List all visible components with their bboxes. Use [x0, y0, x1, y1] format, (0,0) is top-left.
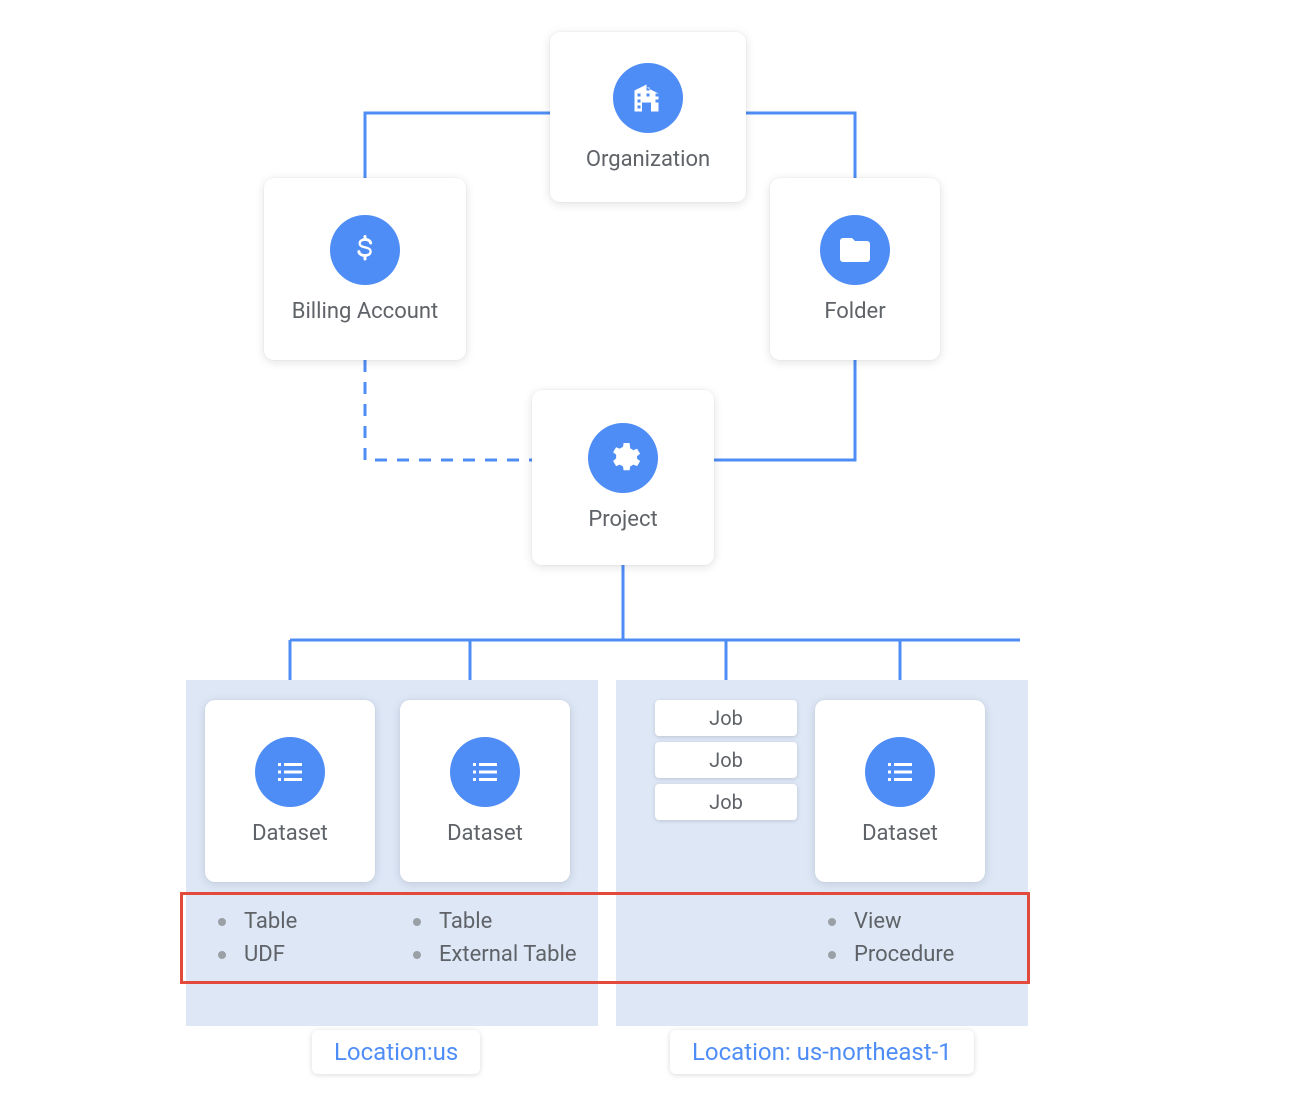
dataset-contents-1: Table UDF [218, 905, 297, 971]
diagram-canvas: Organization Billing Account Folder Proj… [0, 0, 1300, 1106]
content-item: UDF [244, 938, 285, 971]
node-label: Project [588, 507, 657, 532]
content-item: External Table [439, 938, 576, 971]
content-item: Procedure [854, 938, 954, 971]
bullet-icon [828, 951, 836, 959]
node-dataset-3: Dataset [815, 700, 985, 882]
node-label: Dataset [862, 821, 938, 846]
list-icon [865, 737, 935, 807]
node-project: Project [532, 390, 714, 565]
node-label: Dataset [252, 821, 328, 846]
building-icon [613, 63, 683, 133]
dollar-icon [330, 215, 400, 285]
location-label-right: Location: us-northeast-1 [670, 1030, 974, 1074]
node-folder: Folder [770, 178, 940, 360]
location-label-left: Location:us [312, 1030, 480, 1074]
list-icon [255, 737, 325, 807]
node-billing-account: Billing Account [264, 178, 466, 360]
list-icon [450, 737, 520, 807]
bullet-icon [218, 951, 226, 959]
gear-icon [588, 423, 658, 493]
content-item: View [854, 905, 902, 938]
job-item: Job [655, 784, 797, 820]
job-item: Job [655, 700, 797, 736]
bullet-icon [413, 951, 421, 959]
dataset-contents-2: Table External Table [413, 905, 576, 971]
node-label: Dataset [447, 821, 523, 846]
node-dataset-1: Dataset [205, 700, 375, 882]
folder-icon [820, 215, 890, 285]
dataset-contents-3: View Procedure [828, 905, 954, 971]
bullet-icon [218, 918, 226, 926]
node-dataset-2: Dataset [400, 700, 570, 882]
node-organization: Organization [550, 32, 746, 202]
node-label: Billing Account [292, 299, 438, 324]
job-item: Job [655, 742, 797, 778]
content-item: Table [439, 905, 492, 938]
bullet-icon [828, 918, 836, 926]
content-item: Table [244, 905, 297, 938]
bullet-icon [413, 918, 421, 926]
node-label: Organization [586, 147, 710, 172]
node-label: Folder [824, 299, 885, 324]
